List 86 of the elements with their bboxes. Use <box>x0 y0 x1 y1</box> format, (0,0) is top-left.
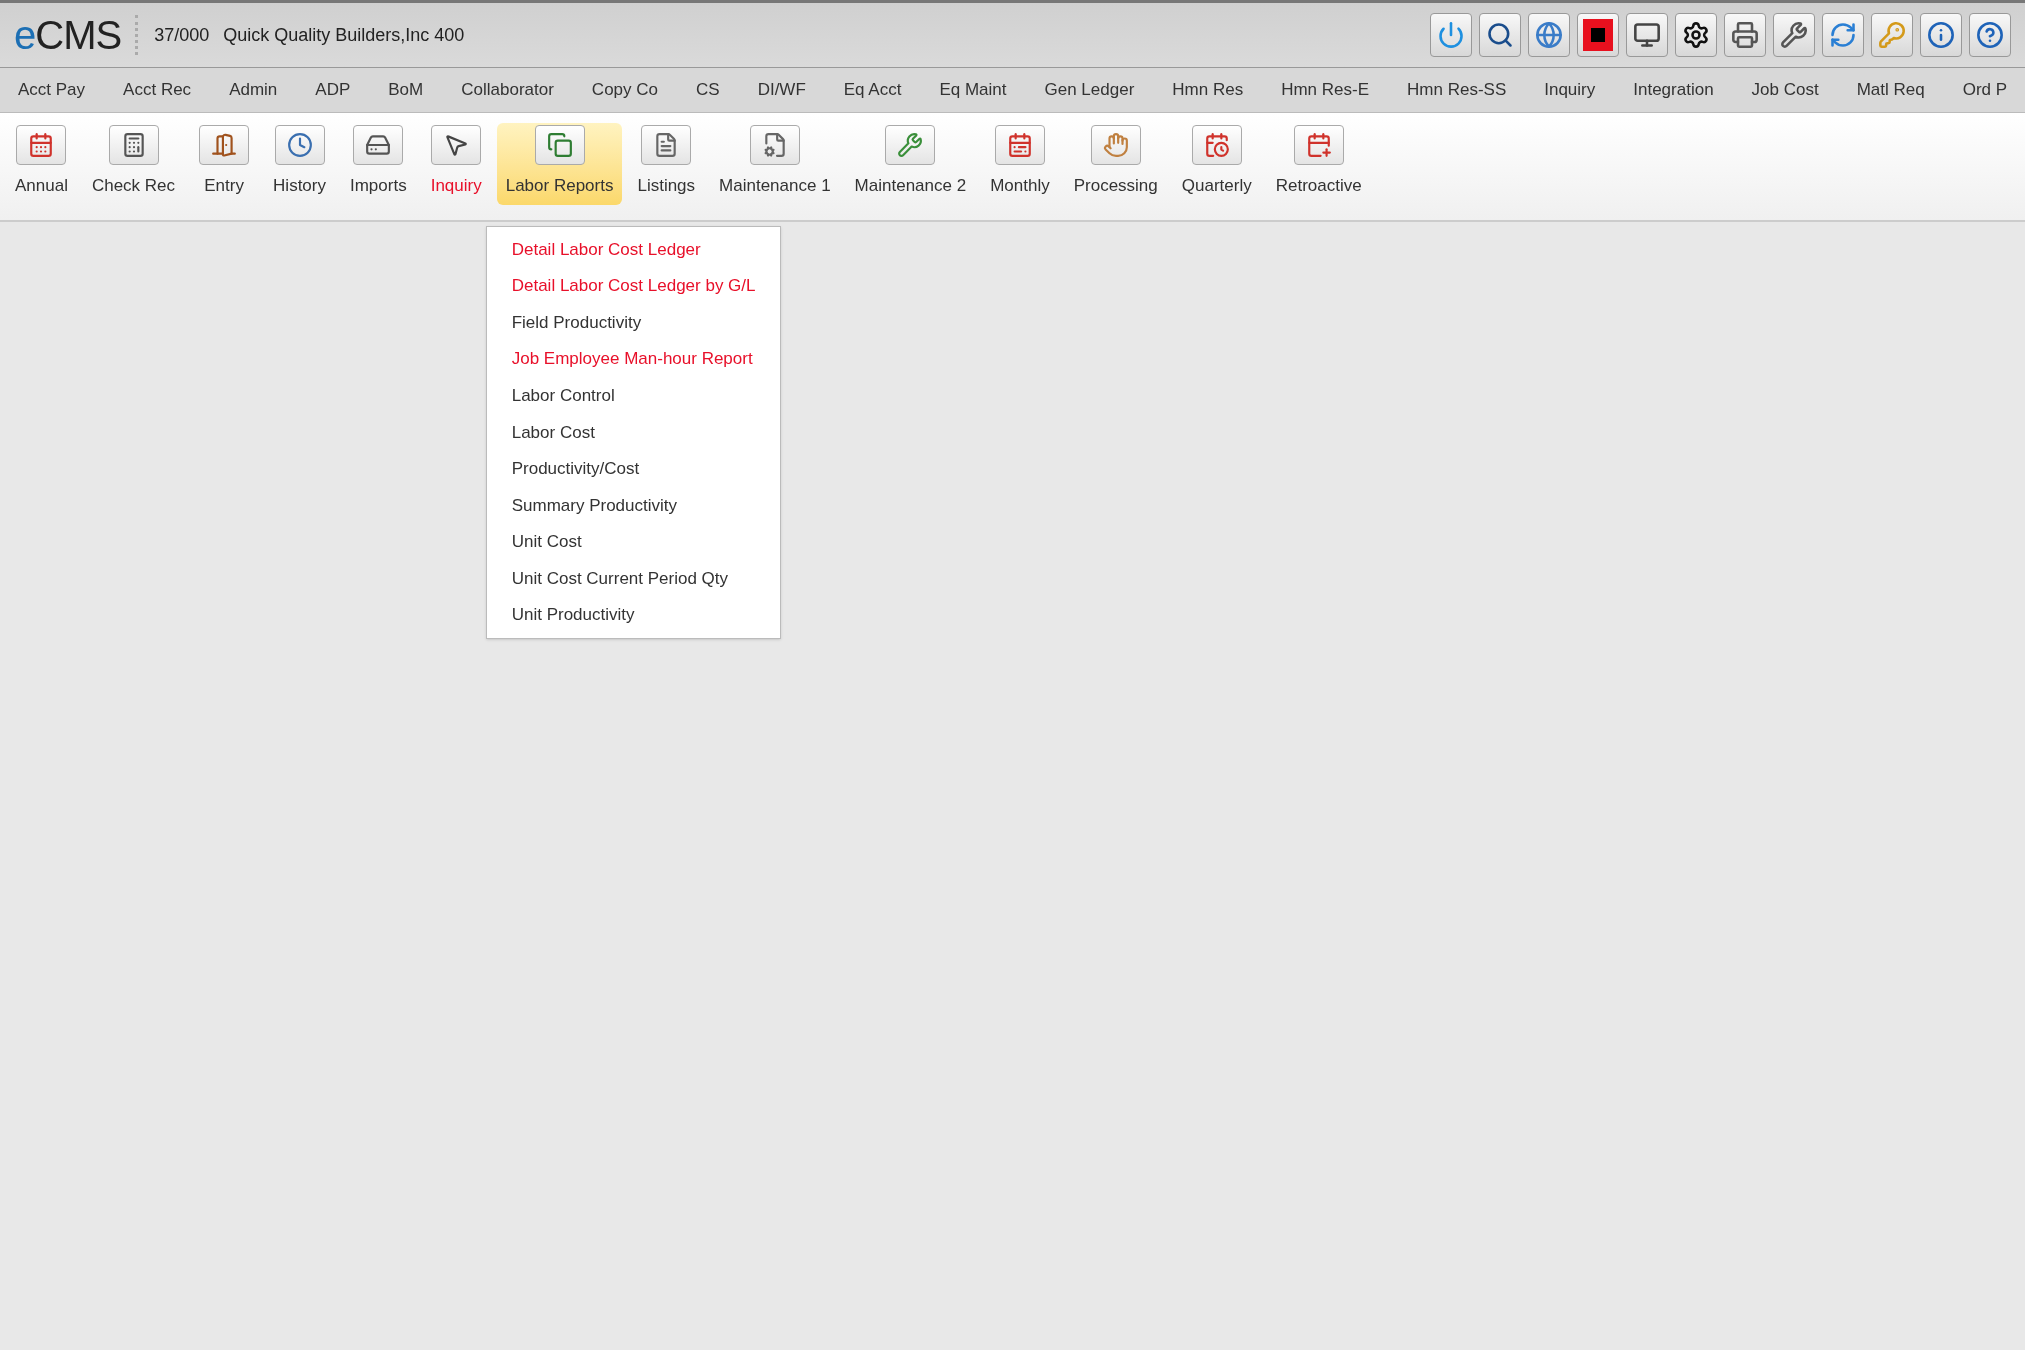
wrench-icon <box>885 125 936 165</box>
key-button[interactable] <box>1871 13 1913 57</box>
printer-button[interactable] <box>1724 13 1766 57</box>
calendar-icon <box>16 125 67 165</box>
dropdown-item[interactable]: Unit Cost Current Period Qty <box>486 560 780 597</box>
refresh-button[interactable] <box>1822 13 1864 57</box>
refresh-icon <box>1829 21 1857 49</box>
calendar-icon <box>1191 125 1242 165</box>
calendar-icon <box>1293 125 1344 165</box>
info-button[interactable] <box>1920 13 1962 57</box>
main-menu-item[interactable]: CS <box>696 77 720 103</box>
document-gear-icon <box>749 125 800 165</box>
toolbar-button[interactable]: Processing <box>1064 123 1167 205</box>
power-icon <box>1437 21 1465 49</box>
dropdown-item[interactable]: Unit Productivity <box>486 596 780 634</box>
main-menu-item[interactable]: Hmn Res-E <box>1281 77 1370 103</box>
main-menu-item[interactable]: Hmn Res-SS <box>1407 77 1507 103</box>
key-icon <box>1878 21 1906 49</box>
dropdown-item[interactable]: Field Productivity <box>486 304 780 341</box>
main-menu-item[interactable]: Hmn Res <box>1172 77 1244 103</box>
toolbar-button[interactable]: Retroactive <box>1266 123 1371 205</box>
main-menu-item[interactable]: Acct Rec <box>123 77 192 103</box>
toolbar-button[interactable]: Maintenance 1 <box>710 123 840 205</box>
hand-icon <box>1090 125 1141 165</box>
dropdown-item[interactable]: Detail Labor Cost Ledger <box>486 231 780 268</box>
stop-icon <box>1583 19 1613 51</box>
dropdown-item[interactable]: Labor Cost <box>486 413 780 451</box>
main-menu-item[interactable]: Inquiry <box>1544 77 1596 103</box>
main-menu-item[interactable]: Matl Req <box>1856 77 1925 103</box>
company-code: 37/000 <box>154 23 210 47</box>
toolbar-button[interactable]: Monthly <box>981 123 1059 205</box>
clock-icon <box>274 125 325 165</box>
toolbar-button[interactable]: Maintenance 2 <box>845 123 976 205</box>
main-menu-item[interactable]: Eq Maint <box>939 77 1007 103</box>
toolbar-button[interactable]: Inquiry <box>421 123 491 205</box>
dropdown-item[interactable]: Productivity/Cost <box>486 450 780 488</box>
dropdown-item[interactable]: Summary Productivity <box>486 487 780 524</box>
search-icon <box>1486 21 1514 49</box>
tools-button[interactable] <box>1773 13 1815 57</box>
help-icon <box>1976 21 2004 49</box>
tools-icon <box>1780 21 1808 49</box>
main-menu-item[interactable]: Acct Pay <box>18 77 86 103</box>
toolbar-button[interactable]: Annual <box>6 123 77 205</box>
dropdown-item[interactable]: Job Employee Man-hour Report <box>486 340 780 378</box>
toolbar-button[interactable]: History <box>264 123 335 205</box>
main-menu-item[interactable]: Collaborator <box>461 77 554 103</box>
main-menu-item[interactable]: Integration <box>1633 77 1714 103</box>
main-menu-item[interactable]: Gen Ledger <box>1044 77 1135 103</box>
search-button[interactable] <box>1479 13 1521 57</box>
main-menu-item[interactable]: ADP <box>315 77 351 103</box>
logo: eCMS <box>14 15 122 55</box>
toolbar-button[interactable]: Quarterly <box>1172 123 1261 205</box>
toolbar-button[interactable]: Listings <box>628 123 705 205</box>
globe-button[interactable] <box>1528 13 1570 57</box>
settings-icon <box>1682 21 1710 49</box>
main-menu-item[interactable]: BoM <box>388 77 424 103</box>
dropdown-item[interactable]: Unit Cost <box>486 523 780 561</box>
monitor-icon <box>1633 21 1661 49</box>
main-menu-item[interactable]: Ord P <box>1962 77 2008 103</box>
door-icon <box>199 125 250 165</box>
monitor-button[interactable] <box>1626 13 1668 57</box>
stop-button[interactable] <box>1577 13 1619 57</box>
printer-icon <box>1731 21 1759 49</box>
help-button[interactable] <box>1969 13 2011 57</box>
toolbar-button[interactable]: Check Rec <box>82 123 185 205</box>
main-menu-item[interactable]: Admin <box>229 77 278 103</box>
dropdown-item[interactable]: Labor Control <box>486 377 780 414</box>
main-menu-item[interactable]: Copy Co <box>591 77 658 103</box>
toolbar-button[interactable]: Entry <box>190 123 259 205</box>
document-icon <box>641 125 692 165</box>
company-name: Quick Quality Builders,Inc 400 <box>223 23 465 47</box>
main-menu-item[interactable]: DI/WF <box>757 77 806 103</box>
pointer-icon <box>431 125 482 165</box>
toolbar-button[interactable]: Labor Reports <box>496 123 623 205</box>
settings-button[interactable] <box>1675 13 1717 57</box>
main-menu-item[interactable]: Eq Acct <box>843 77 902 103</box>
dropdown-item[interactable]: Detail Labor Cost Ledger by G/L <box>486 267 780 305</box>
info-icon <box>1927 21 1955 49</box>
drive-icon <box>353 125 404 165</box>
calendar-icon <box>994 125 1045 165</box>
main-menu-item[interactable]: Job Cost <box>1751 77 1819 103</box>
pages-icon <box>534 125 585 165</box>
toolbar-button[interactable]: Imports <box>341 123 416 205</box>
globe-icon <box>1535 21 1563 49</box>
calculator-icon <box>108 125 159 165</box>
power-button[interactable] <box>1430 13 1472 57</box>
